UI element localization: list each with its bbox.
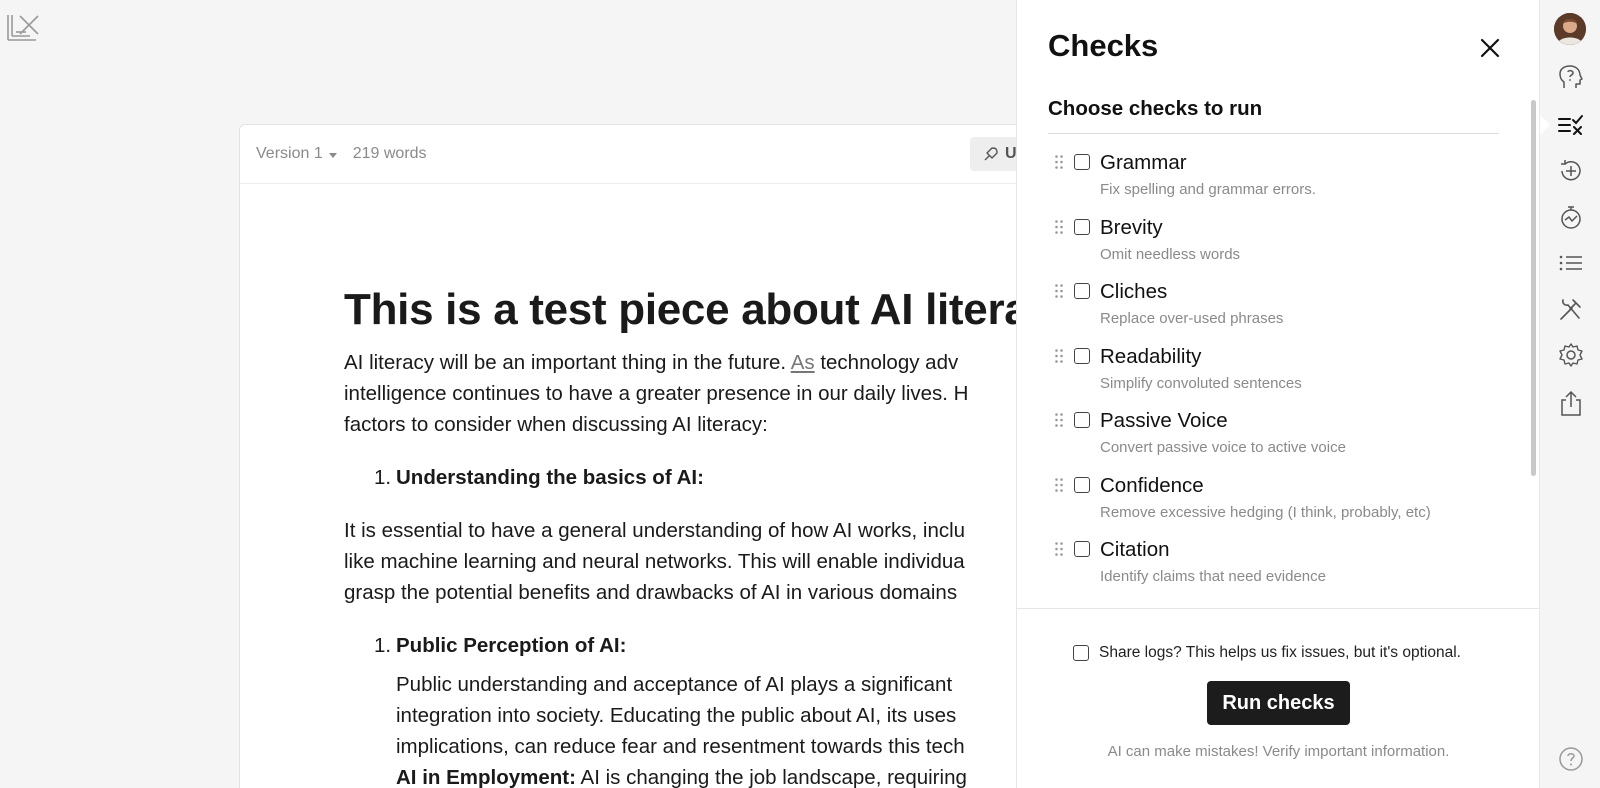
intro-text: AI literacy will be an important thing i…: [344, 351, 791, 374]
check-description: Convert passive voice to active voice: [1100, 439, 1346, 456]
check-name: Readability: [1100, 344, 1202, 368]
word-count: 219 words: [352, 145, 427, 162]
document-title: This is a test piece about AI litera: [344, 285, 1029, 334]
suggestion-underline[interactable]: As: [791, 351, 815, 374]
drag-handle-icon[interactable]: [1054, 348, 1064, 364]
list-icon[interactable]: [1558, 250, 1584, 276]
checks-panel: Checks Choose checks to run Grammar Fix s…: [1016, 0, 1540, 788]
document-body[interactable]: This is a test piece about AI litera AI …: [344, 285, 1058, 788]
disclaimer: AI can make mistakes! Verify important i…: [1107, 743, 1450, 760]
section3-heading: AI in Employment:: [396, 766, 576, 788]
check-name: Cliches: [1100, 280, 1168, 303]
panel-title: Checks: [1048, 28, 1159, 63]
check-item[interactable]: Grammar Fix spelling and grammar errors.: [1017, 146, 1531, 211]
check-name: Passive Voice: [1100, 409, 1228, 432]
check-item[interactable]: Citation Identify claims that need eviden…: [1017, 533, 1531, 598]
check-checkbox[interactable]: [1074, 541, 1090, 557]
check-description: Omit needless words: [1100, 245, 1241, 263]
panel-footer: Share logs? This helps us fix issues, bu…: [1017, 608, 1540, 788]
check-description: Fix spelling and grammar errors.: [1100, 181, 1316, 198]
check-name: Grammar: [1100, 151, 1187, 174]
section-heading: Choose checks to run: [1048, 97, 1263, 120]
check-name: Brevity: [1100, 215, 1163, 239]
check-checkbox[interactable]: [1074, 476, 1090, 493]
check-checkbox[interactable]: [1074, 154, 1090, 170]
version-label: Version 1: [256, 145, 323, 162]
upgrade-label: U: [1005, 145, 1017, 162]
check-description: Identify claims that need evidence: [1100, 568, 1326, 585]
section2-line: integration into society. Educating the …: [396, 704, 957, 727]
intro-line-1: AI literacy will be an important thing i…: [344, 347, 1058, 378]
drag-handle-icon[interactable]: [1054, 477, 1064, 493]
help-head-icon[interactable]: [1558, 64, 1584, 90]
help-circle-icon[interactable]: [1558, 746, 1584, 772]
list-heading-perception: 1. Public Perception of AI:: [374, 630, 1058, 661]
section2-line: implications, can reduce fear and resent…: [396, 735, 965, 758]
drag-handle-icon[interactable]: [1054, 219, 1064, 235]
intro-line-3: factors to consider when discussing AI l…: [344, 413, 768, 436]
section3-text: AI is changing the job landscape, requir…: [575, 766, 967, 788]
check-name: Confidence: [1100, 473, 1204, 497]
share-logs-checkbox[interactable]: [1073, 645, 1089, 661]
caret-down-icon: [328, 152, 337, 158]
close-icon[interactable]: [1478, 36, 1502, 60]
check-item[interactable]: Passive Voice Convert passive voice to ac…: [1017, 404, 1531, 469]
check-checkbox[interactable]: [1074, 412, 1090, 428]
check-checkbox[interactable]: [1074, 218, 1090, 235]
share-icon[interactable]: [1558, 390, 1584, 416]
section3-line: AI in Employment: AI is changing the job…: [396, 762, 1058, 788]
checks-icon[interactable]: [1558, 112, 1584, 138]
check-item[interactable]: Brevity Omit needless words: [1017, 211, 1531, 276]
section1-line: It is essential to have a general unders…: [344, 519, 966, 542]
section1-line: grasp the potential benefits and drawbac…: [344, 581, 958, 604]
checks-list[interactable]: Grammar Fix spelling and grammar errors. B…: [1017, 146, 1531, 608]
tools-icon[interactable]: [1558, 296, 1584, 322]
lex-logo-icon[interactable]: [6, 12, 42, 44]
timer-icon[interactable]: [1558, 204, 1584, 230]
list-number: 1.: [374, 466, 392, 489]
drag-handle-icon[interactable]: [1054, 541, 1064, 557]
drag-handle-icon[interactable]: [1054, 412, 1064, 428]
avatar[interactable]: [1554, 13, 1586, 45]
check-item[interactable]: Confidence Remove excessive hedging (I th…: [1017, 469, 1531, 534]
rocket-icon: [984, 147, 998, 161]
drag-handle-icon[interactable]: [1054, 154, 1064, 170]
check-name: Citation: [1100, 538, 1170, 561]
check-item[interactable]: Readability Simplify convoluted sentences: [1017, 340, 1531, 405]
document-card: Version 1 219 words U This is a test pie…: [239, 124, 1059, 788]
section2-line: Public understanding and acceptance of A…: [396, 673, 953, 696]
section1-line: like machine learning and neural network…: [344, 550, 965, 573]
right-rail: [1539, 0, 1600, 788]
list-heading-text: Public Perception of AI:: [396, 634, 627, 657]
list-heading-text: Understanding the basics of AI:: [396, 466, 704, 489]
check-description: Replace over-used phrases: [1100, 310, 1284, 327]
intro-line-2: intelligence continues to have a greater…: [344, 382, 969, 405]
check-item[interactable]: Cliches Replace over-used phrases: [1017, 275, 1531, 340]
gear-icon[interactable]: [1558, 342, 1584, 368]
share-logs-label: Share logs? This helps us fix issues, bu…: [1099, 644, 1461, 661]
check-checkbox[interactable]: [1074, 347, 1090, 364]
divider: [1048, 133, 1499, 134]
version-dropdown[interactable]: Version 1: [256, 145, 337, 163]
document-toolbar: Version 1 219 words: [240, 125, 1058, 184]
intro-text: technology adv: [814, 351, 959, 374]
active-indicator: [1540, 115, 1550, 135]
list-heading-basics: 1. Understanding the basics of AI:: [374, 462, 1058, 493]
check-checkbox[interactable]: [1074, 283, 1090, 299]
run-checks-button[interactable]: Run checks: [1207, 681, 1350, 725]
check-description: Simplify convoluted sentences: [1100, 374, 1302, 392]
check-description: Remove excessive hedging (I think, proba…: [1100, 503, 1431, 521]
list-number: 1.: [374, 634, 392, 657]
sparkle-plus-icon[interactable]: [1558, 158, 1584, 184]
drag-handle-icon[interactable]: [1054, 283, 1064, 299]
scrollbar[interactable]: [1531, 100, 1536, 476]
